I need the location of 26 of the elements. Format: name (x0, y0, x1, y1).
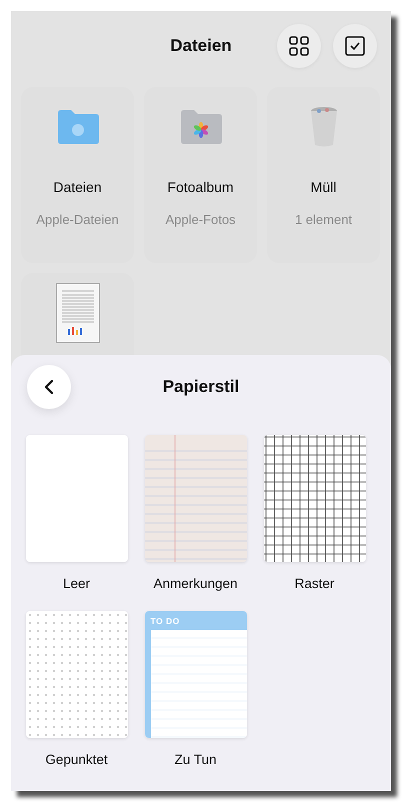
select-button[interactable] (333, 24, 377, 68)
location-subtitle: 1 element (294, 212, 352, 227)
screen-title: Dateien (170, 36, 232, 56)
grid-view-button[interactable] (277, 24, 321, 68)
dotted-paper[interactable] (26, 611, 128, 738)
chevron-left-icon (44, 379, 54, 395)
folder-icon (178, 109, 222, 145)
grid-paper[interactable] (264, 435, 366, 562)
location-name: Dateien (53, 179, 102, 195)
todo-heading: TO DO (150, 616, 180, 626)
paper-style-label: Raster (294, 576, 334, 591)
checkbox-icon (345, 36, 365, 56)
sheet-title: Papierstil (162, 377, 240, 397)
paper-style-label: Anmerkungen (153, 576, 238, 591)
paper-style-label: Zu Tun (174, 752, 217, 767)
back-button[interactable] (27, 365, 71, 409)
location-name: Fotoalbum (167, 179, 234, 195)
folder-icon (56, 109, 100, 145)
paper-style-label: Leer (62, 576, 90, 591)
document-icon (56, 283, 100, 343)
location-subtitle: Apple-Dateien (36, 212, 119, 227)
paper-style-label: Gepunktet (45, 752, 108, 767)
trash-icon (308, 106, 338, 148)
location-name: Müll (310, 179, 336, 195)
grid-icon (289, 36, 309, 56)
location-subtitle: Apple-Fotos (165, 212, 236, 227)
